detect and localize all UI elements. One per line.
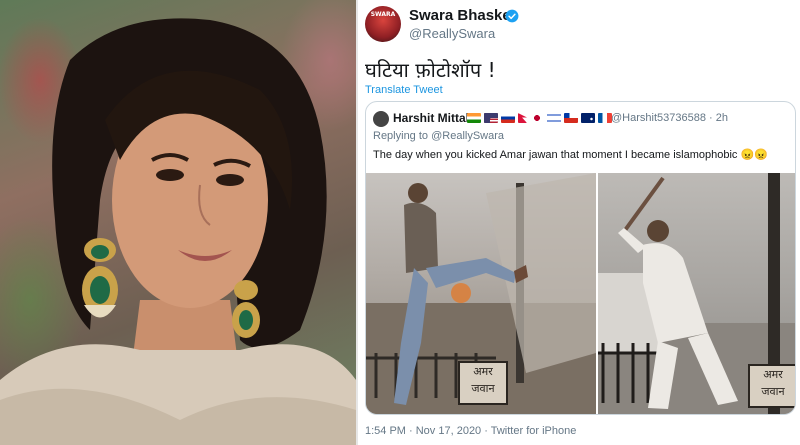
tweet-text: घटिया फ़ोटोशॉप ! [365,58,496,82]
media-image-right[interactable]: अमर जवान [598,173,795,414]
france-flag-icon [598,113,612,123]
verified-badge-icon [505,9,519,23]
plaque-right-line2: जवान [761,385,785,398]
quoted-media[interactable]: अमर जवान अमर जवान [366,173,795,414]
nepal-flag-icon [518,113,527,123]
profile-photo [0,0,356,445]
flag-emoji-list [467,113,612,124]
plaque-left-line2: जवान [471,382,495,395]
chile-flag-icon [564,113,578,123]
author-avatar[interactable]: SWARA [365,6,401,42]
avatar-text: SWARA [370,11,396,18]
india-flag-icon [467,113,481,123]
author-display-name[interactable]: Swara Bhasker [409,7,517,24]
author-handle[interactable]: @ReallySwara [409,26,495,41]
tweet-card[interactable]: SWARA Swara Bhasker @ReallySwara घटिया फ… [358,0,800,445]
replying-to-prefix: Replying to [373,130,432,142]
japan-flag-icon [530,113,544,123]
media-image-left[interactable]: अमर जवान [366,173,596,414]
tweet-timestamp-source[interactable]: 1:54 PM · Nov 17, 2020 · Twitter for iPh… [365,425,576,437]
usa-flag-icon [484,113,498,123]
amar-jawan-plaque-left: अमर जवान [458,361,508,405]
quoted-handle-time[interactable]: @Harshit53736588 · 2h [611,112,728,124]
translate-tweet-link[interactable]: Translate Tweet [365,84,443,96]
portrait-illustration [0,18,356,445]
israel-flag-icon [547,113,561,123]
plaque-left-line1: अमर [473,365,493,378]
plaque-right-line1: अमर [763,368,783,381]
australia-flag-icon [581,113,595,123]
quoted-author-avatar[interactable] [373,111,389,127]
quoted-author-display-name[interactable]: Harshit Mittal [393,111,469,125]
replying-to-line: Replying to @ReallySwara [373,130,504,142]
replying-to-handle-link[interactable]: @ReallySwara [431,130,504,142]
amar-jawan-plaque-right: अमर जवान [748,364,795,408]
quoted-tweet-text: The day when you kicked Amar jawan that … [373,149,768,161]
russia-flag-icon [501,113,515,123]
quoted-tweet[interactable]: Harshit Mittal @Harshit53736588 · 2h Rep… [365,101,796,415]
